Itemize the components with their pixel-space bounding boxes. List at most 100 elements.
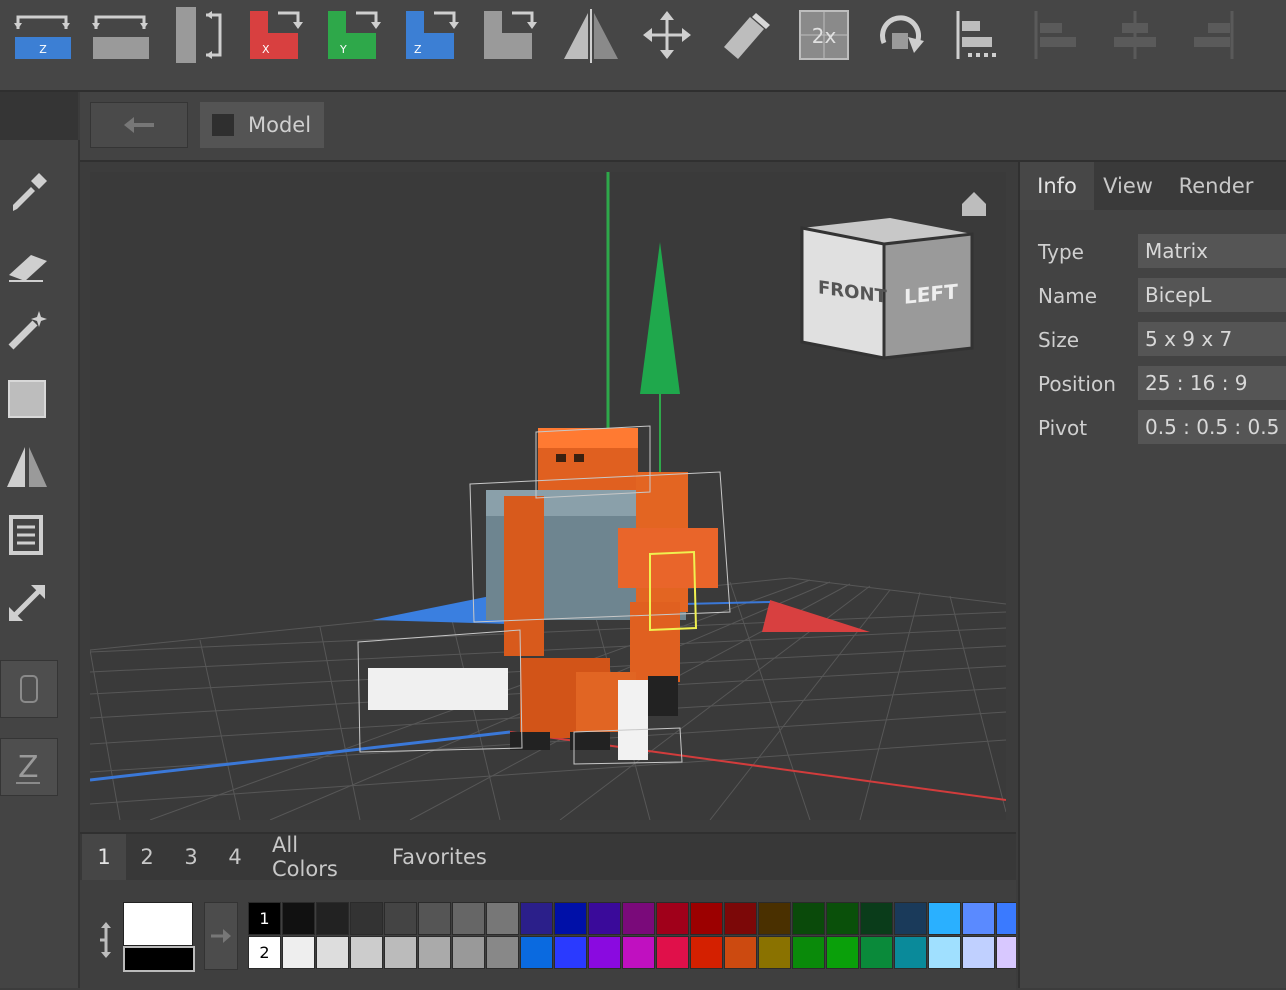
color-swatch[interactable] — [554, 902, 587, 935]
align-right-button[interactable] — [1182, 6, 1244, 64]
move-button[interactable] — [636, 6, 698, 64]
home-icon[interactable] — [962, 192, 986, 216]
color-swatch[interactable]: 2 — [248, 936, 281, 969]
color-swatch[interactable] — [962, 936, 995, 969]
color-swatch[interactable] — [962, 902, 995, 935]
magic-wand-tool[interactable] — [4, 306, 50, 352]
breadcrumb-model[interactable]: Model — [200, 102, 324, 148]
prop-size-value[interactable]: 5 x 9 x 7 — [1138, 322, 1286, 356]
color-swatch[interactable] — [996, 902, 1016, 935]
color-swatch[interactable] — [350, 936, 383, 969]
color-swatch[interactable] — [520, 902, 553, 935]
eraser-icon — [9, 255, 47, 282]
swap-z-label: Z — [39, 43, 47, 56]
secondary-color-swatch[interactable] — [123, 946, 195, 972]
tab-info[interactable]: Info — [1020, 162, 1094, 210]
color-swatch[interactable] — [826, 936, 859, 969]
rotate-z-button[interactable]: Z — [400, 6, 462, 64]
color-swatch[interactable] — [996, 936, 1016, 969]
palette-tab-all-colors[interactable]: All Colors — [272, 833, 364, 881]
resize-tool[interactable] — [4, 580, 50, 626]
apply-color-button[interactable] — [204, 902, 238, 970]
color-swatch[interactable] — [452, 902, 485, 935]
color-swatch[interactable] — [418, 936, 451, 969]
rotate-button[interactable] — [478, 6, 540, 64]
align-bars-icon — [1034, 11, 1076, 59]
palette-tab-favorites[interactable]: Favorites — [392, 834, 492, 880]
eyedropper-tool[interactable] — [4, 170, 50, 216]
color-swatch[interactable] — [690, 936, 723, 969]
align-left-bottom-button[interactable] — [948, 6, 1010, 64]
pen-ruler-button[interactable] — [714, 6, 776, 64]
eraser-tool[interactable] — [4, 240, 50, 286]
color-swatch[interactable] — [860, 936, 893, 969]
svg-text:Z: Z — [18, 750, 39, 785]
view-cube[interactable]: FRONT LEFT — [800, 218, 976, 362]
prop-position-value[interactable]: 25 : 16 : 9 — [1138, 366, 1286, 400]
color-swatch[interactable] — [282, 902, 315, 935]
swap-colors-button[interactable] — [96, 920, 116, 960]
color-swatch[interactable] — [656, 936, 689, 969]
prop-type-value[interactable]: Matrix — [1138, 234, 1286, 268]
color-swatch[interactable] — [520, 936, 553, 969]
flip-vertical-button[interactable] — [168, 6, 230, 64]
palette-tab-3[interactable]: 3 — [176, 834, 206, 880]
mirror-button[interactable] — [560, 6, 622, 64]
arrow-right-icon — [211, 929, 231, 943]
bounds-toggle[interactable] — [0, 660, 58, 718]
color-swatch[interactable] — [894, 936, 927, 969]
color-swatch[interactable] — [588, 936, 621, 969]
tab-render[interactable]: Render — [1166, 162, 1266, 210]
color-swatch[interactable] — [928, 936, 961, 969]
rotate-x-button[interactable]: X — [244, 6, 306, 64]
scale-2x-label: 2x — [812, 24, 837, 48]
prop-pivot-value[interactable]: 0.5 : 0.5 : 0.5 — [1138, 410, 1286, 444]
color-swatch[interactable] — [724, 902, 757, 935]
color-swatch[interactable] — [350, 902, 383, 935]
color-swatch[interactable] — [690, 902, 723, 935]
color-swatch[interactable] — [486, 902, 519, 935]
color-swatch[interactable]: 1 — [248, 902, 281, 935]
color-swatch[interactable] — [384, 936, 417, 969]
z-axis-toggle[interactable]: Z — [0, 738, 58, 796]
palette-tab-1[interactable]: 1 — [82, 834, 126, 880]
color-swatch[interactable] — [826, 902, 859, 935]
color-swatch[interactable] — [724, 936, 757, 969]
color-swatch[interactable] — [384, 902, 417, 935]
prop-name-value[interactable]: BicepL — [1138, 278, 1286, 312]
align-center-button[interactable] — [1104, 6, 1166, 64]
color-swatch[interactable] — [316, 902, 349, 935]
box-tool[interactable] — [4, 376, 50, 422]
color-swatch[interactable] — [792, 936, 825, 969]
color-swatch[interactable] — [792, 902, 825, 935]
color-swatch[interactable] — [418, 902, 451, 935]
mirror-tool[interactable] — [4, 444, 50, 490]
color-swatch[interactable] — [758, 936, 791, 969]
scale-2x-button[interactable]: 2x — [792, 6, 854, 64]
color-swatch[interactable] — [316, 936, 349, 969]
color-swatch[interactable] — [452, 936, 485, 969]
color-swatch[interactable] — [554, 936, 587, 969]
swap-z-button[interactable]: Z — [12, 6, 74, 64]
color-swatch[interactable] — [860, 902, 893, 935]
color-swatch[interactable] — [588, 902, 621, 935]
swap-button[interactable] — [90, 6, 152, 64]
color-swatch[interactable] — [486, 936, 519, 969]
palette-tab-2[interactable]: 2 — [132, 834, 162, 880]
color-swatch[interactable] — [656, 902, 689, 935]
3d-viewport[interactable]: FRONT LEFT — [90, 172, 1006, 820]
color-swatch[interactable] — [758, 902, 791, 935]
color-swatch[interactable] — [622, 936, 655, 969]
align-left-button[interactable] — [1026, 6, 1088, 64]
primary-color-swatch[interactable] — [123, 902, 193, 946]
rotate-y-button[interactable]: Y — [322, 6, 384, 64]
layers-tool[interactable] — [4, 512, 50, 558]
color-swatch[interactable] — [928, 902, 961, 935]
color-swatch[interactable] — [894, 902, 927, 935]
color-swatch[interactable] — [282, 936, 315, 969]
color-swatch[interactable] — [622, 902, 655, 935]
tab-view[interactable]: View — [1094, 162, 1162, 210]
back-button[interactable] — [90, 102, 188, 148]
palette-tab-4[interactable]: 4 — [220, 834, 250, 880]
rotate-snap-button[interactable] — [870, 6, 932, 64]
